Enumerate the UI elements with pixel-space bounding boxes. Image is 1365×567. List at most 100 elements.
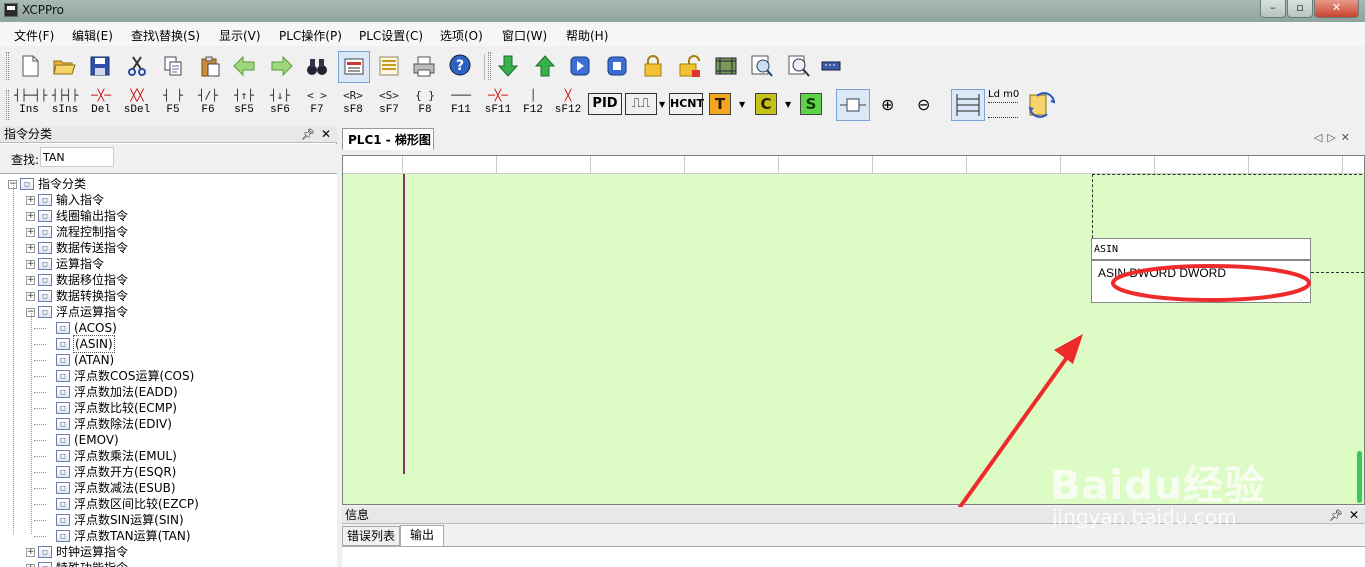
column-header-cell: [591, 156, 685, 174]
minimize-button[interactable]: –: [1260, 0, 1286, 18]
pulse-button[interactable]: ⎍⎍: [625, 93, 657, 115]
tree-node-icon: ◻: [56, 402, 70, 414]
pin-icon[interactable]: 📌︎: [1329, 508, 1343, 524]
pane-close-icon[interactable]: ✕: [321, 126, 331, 142]
vertical-line-button[interactable]: │ F12: [518, 88, 548, 120]
no-contact-button[interactable]: ┤ ├ F5: [158, 88, 188, 120]
lock-icon[interactable]: [640, 53, 666, 79]
delete-horizontal-line-button[interactable]: ─╳─ sF11: [482, 88, 514, 120]
shift-insert-button[interactable]: ┤├┤├ sIns: [48, 88, 82, 120]
expand-icon[interactable]: +: [26, 196, 35, 205]
delete-row-button[interactable]: ─╳─ Del: [85, 88, 117, 120]
shift-delete-button[interactable]: ╳╳ sDel: [120, 88, 154, 120]
tab-output[interactable]: 输出: [400, 525, 444, 546]
expand-icon[interactable]: +: [26, 228, 35, 237]
menu-options[interactable]: 选项(O): [440, 27, 483, 44]
rising-edge-button[interactable]: ┤↑├ sF5: [229, 88, 259, 120]
cut-icon[interactable]: [124, 53, 150, 79]
ladder-view-icon[interactable]: [951, 89, 985, 121]
copy-icon[interactable]: [160, 53, 186, 79]
menu-plc-settings[interactable]: PLC设置(C): [359, 27, 423, 44]
timer-dropdown-icon[interactable]: ▼: [739, 100, 745, 109]
falling-edge-button[interactable]: ┤↓├ sF6: [265, 88, 295, 120]
open-folder-icon[interactable]: [51, 53, 77, 79]
instruction-list-icon[interactable]: [988, 102, 1018, 118]
counter-dropdown-icon[interactable]: ▼: [785, 100, 791, 109]
tree-node-icon: ◻: [38, 210, 52, 222]
print-icon[interactable]: [411, 53, 437, 79]
menu-find-replace[interactable]: 查找\替换(S): [131, 27, 200, 44]
scrollbar-thumb[interactable]: [1357, 451, 1362, 503]
zoom-out-icon[interactable]: ⊖: [917, 95, 930, 114]
tree-item-label: 数据传送指令: [56, 241, 129, 255]
instruction-button[interactable]: { } F8: [409, 88, 441, 120]
tree-item-label: 流程控制指令: [56, 225, 129, 239]
pid-button[interactable]: PID: [588, 93, 622, 115]
tab-error-list[interactable]: 错误列表: [342, 526, 400, 546]
tree-connector: [34, 344, 46, 345]
find-input[interactable]: [40, 147, 114, 167]
counter-button[interactable]: C: [755, 93, 777, 115]
new-file-icon[interactable]: [17, 53, 43, 79]
tree-node-icon: ◻: [56, 498, 70, 510]
expand-icon[interactable]: +: [26, 244, 35, 253]
expand-icon[interactable]: +: [26, 260, 35, 269]
info-pane-close-icon[interactable]: ✕: [1349, 507, 1359, 523]
delete-vertical-line-button[interactable]: ╳ sF12: [552, 88, 584, 120]
menu-view[interactable]: 显示(V): [219, 27, 261, 44]
port-icon[interactable]: [818, 53, 844, 79]
hcnt-button[interactable]: HCNT: [669, 93, 704, 115]
expand-icon[interactable]: +: [26, 212, 35, 221]
timer-button[interactable]: T: [709, 93, 731, 115]
cell-outline: [1092, 174, 1362, 175]
menu-help[interactable]: 帮助(H): [566, 27, 608, 44]
tab-next-icon[interactable]: ▷: [1327, 131, 1340, 144]
close-button[interactable]: ✕: [1314, 0, 1359, 18]
convert-icon[interactable]: [1027, 90, 1057, 123]
list-icon[interactable]: [376, 53, 402, 79]
pin-icon[interactable]: 📌︎: [301, 127, 315, 143]
tab-close-icon[interactable]: ✕: [1341, 131, 1355, 144]
expand-icon[interactable]: +: [26, 276, 35, 285]
output-area[interactable]: [342, 546, 1365, 567]
upload-arrow-icon[interactable]: [532, 53, 558, 79]
coil-button[interactable]: < > F7: [301, 88, 333, 120]
tab-prev-icon[interactable]: ◁: [1314, 131, 1327, 144]
expand-icon[interactable]: +: [26, 292, 35, 301]
step-button[interactable]: S: [800, 93, 822, 115]
forward-arrow-icon[interactable]: [269, 53, 295, 79]
set-coil-button[interactable]: <S> sF7: [373, 88, 405, 120]
nc-contact-button[interactable]: ┤/├ F6: [193, 88, 223, 120]
menu-plc-operation[interactable]: PLC操作(P): [279, 27, 342, 44]
monitor-icon[interactable]: [338, 51, 370, 83]
unlock-icon[interactable]: [677, 53, 703, 79]
zoom-preview-icon[interactable]: [749, 53, 775, 79]
pane-header: 指令分类 📌︎ ✕: [0, 126, 337, 143]
window-title: XCPPro: [22, 3, 64, 17]
binoculars-icon[interactable]: [304, 53, 330, 79]
help-icon[interactable]: ?: [448, 53, 474, 79]
menu-file[interactable]: 文件(F): [14, 27, 54, 44]
reset-coil-button[interactable]: <R> sF8: [337, 88, 369, 120]
maximize-button[interactable]: ▫: [1287, 0, 1313, 18]
zoom-in-icon[interactable]: ⊕: [881, 95, 894, 114]
stop-icon[interactable]: [604, 53, 630, 79]
save-icon[interactable]: [87, 53, 113, 79]
paste-icon[interactable]: [197, 53, 223, 79]
pulse-dropdown-icon[interactable]: ▼: [659, 100, 665, 109]
download-arrow-icon[interactable]: [495, 53, 521, 79]
back-arrow-icon[interactable]: [231, 53, 257, 79]
horizontal-line-button[interactable]: ─── F11: [445, 88, 477, 120]
insert-block-icon[interactable]: [836, 89, 870, 121]
tab-plc1-ladder[interactable]: PLC1 - 梯形图: [342, 128, 434, 150]
menu-edit[interactable]: 编辑(E): [72, 27, 113, 44]
insert-row-button[interactable]: ┤├─┤├ Ins: [14, 88, 47, 120]
film-icon[interactable]: [713, 53, 739, 79]
menu-window[interactable]: 窗口(W): [502, 27, 547, 44]
search-doc-icon[interactable]: [786, 53, 812, 79]
ld-m0-label[interactable]: Ld m0: [988, 90, 1019, 100]
find-label: 查找:: [11, 153, 40, 167]
expand-icon[interactable]: +: [26, 548, 35, 557]
run-icon[interactable]: [567, 53, 593, 79]
tab-nav-controls: ◁▷✕: [1314, 131, 1355, 144]
